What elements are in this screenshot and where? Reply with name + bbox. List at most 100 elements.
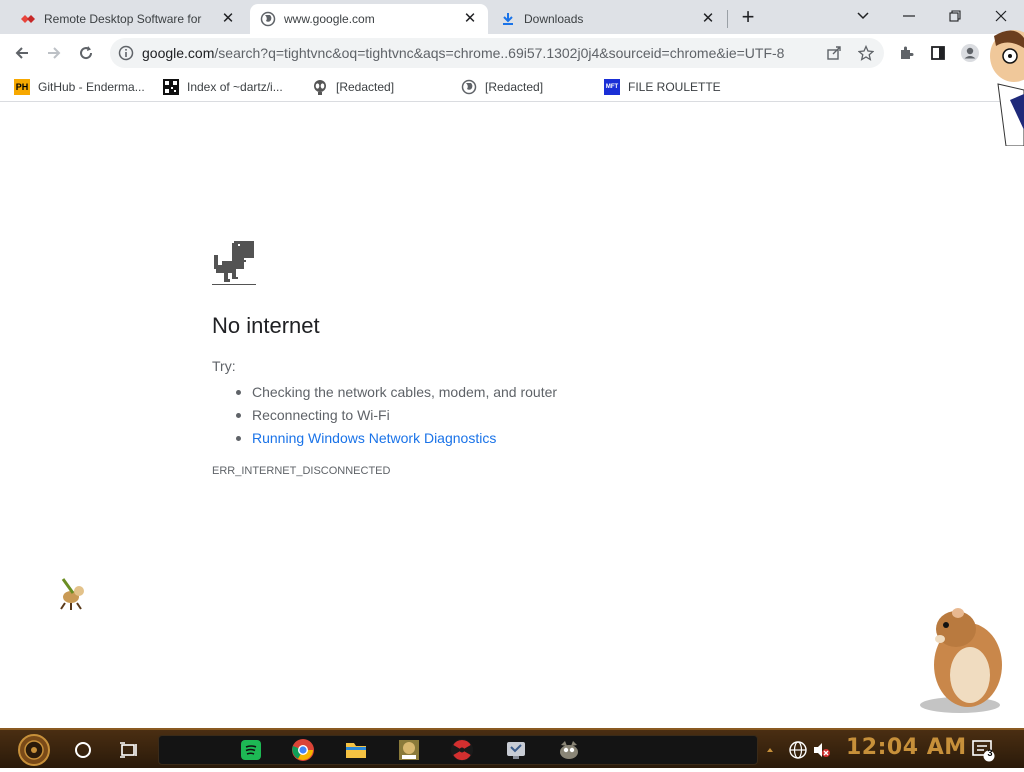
bookmark-file-roulette[interactable]: MFT FILE ROULETTE bbox=[604, 77, 721, 97]
notification-center-button[interactable]: 3 bbox=[970, 737, 996, 763]
try-label: Try: bbox=[212, 358, 236, 374]
chevron-up-icon bbox=[767, 748, 773, 752]
share-icon[interactable] bbox=[826, 45, 842, 61]
desktop-cartoon-character bbox=[988, 30, 1024, 147]
bookmark-github[interactable]: PH GitHub - Enderma... bbox=[14, 77, 145, 97]
restore-button[interactable] bbox=[932, 2, 978, 30]
taskbar: 12:04 AM 3 bbox=[0, 728, 1024, 768]
bookmark-label: FILE ROULETTE bbox=[628, 80, 721, 94]
desktop-bug-sprite bbox=[57, 577, 89, 611]
address-bar[interactable]: google.com/search?q=tightvnc&oq=tightvnc… bbox=[110, 38, 884, 68]
browser-toolbar: google.com/search?q=tightvnc&oq=tightvnc… bbox=[0, 34, 1024, 72]
reload-icon bbox=[80, 46, 93, 60]
arrow-right-icon bbox=[48, 47, 61, 59]
taskbar-spotify[interactable] bbox=[238, 737, 264, 763]
tab-title: Remote Desktop Software for bbox=[44, 12, 202, 26]
suggestion-check-cables: Checking the network cables, modem, and … bbox=[235, 381, 557, 404]
qr-icon bbox=[163, 79, 179, 95]
chevron-down-icon bbox=[857, 12, 869, 20]
error-page: No internet Try: Checking the network ca… bbox=[0, 103, 1024, 728]
minimize-button[interactable] bbox=[886, 2, 932, 30]
error-code: ERR_INTERNET_DISCONNECTED bbox=[212, 465, 391, 477]
avatar-icon bbox=[961, 44, 979, 62]
globe-network-icon bbox=[789, 741, 807, 759]
globe-icon bbox=[260, 11, 276, 27]
download-icon bbox=[500, 11, 516, 27]
taskbar-game-app[interactable] bbox=[396, 737, 422, 763]
desktop-hamster-sprite bbox=[916, 605, 1008, 715]
tab-title: Downloads bbox=[524, 12, 584, 26]
mft-icon: MFT bbox=[604, 79, 620, 95]
restore-icon bbox=[949, 10, 961, 22]
side-panel-button[interactable] bbox=[924, 39, 952, 67]
tab-remote-desktop[interactable]: Remote Desktop Software for ✕ bbox=[10, 4, 246, 34]
url-path: /search?q=tightvnc&oq=tightvnc&aqs=chrom… bbox=[214, 45, 785, 61]
radiation-icon bbox=[451, 739, 473, 761]
tab-separator bbox=[727, 10, 728, 28]
bookmark-index[interactable]: Index of ~dartz/i... bbox=[163, 77, 283, 97]
close-tab-icon[interactable]: ✕ bbox=[220, 11, 236, 27]
taskbar-vnc-viewer[interactable] bbox=[503, 737, 529, 763]
star-icon[interactable] bbox=[857, 44, 875, 61]
search-circle-icon bbox=[75, 742, 91, 758]
start-button[interactable] bbox=[10, 733, 58, 767]
taskbar-gimp[interactable] bbox=[556, 737, 582, 763]
overflow-tray-button[interactable] bbox=[763, 737, 777, 763]
profile-button[interactable] bbox=[956, 39, 984, 67]
game-icon bbox=[399, 740, 419, 760]
steampunk-start-icon bbox=[18, 734, 50, 766]
network-diagnostics-link[interactable]: Running Windows Network Diagnostics bbox=[235, 427, 557, 450]
close-icon bbox=[995, 10, 1007, 22]
globe-icon bbox=[461, 79, 477, 95]
url-text[interactable]: google.com/search?q=tightvnc&oq=tightvnc… bbox=[142, 45, 784, 61]
chrome-icon bbox=[292, 739, 314, 761]
arrow-left-icon bbox=[15, 47, 28, 59]
forward-button[interactable] bbox=[40, 39, 68, 67]
minimize-icon bbox=[903, 15, 915, 17]
search-button[interactable] bbox=[70, 737, 96, 763]
tab-title: www.google.com bbox=[284, 12, 375, 26]
dinosaur-icon bbox=[212, 241, 256, 286]
notification-count: 3 bbox=[987, 748, 993, 758]
bookmark-redacted-2[interactable]: [Redacted] bbox=[461, 77, 543, 97]
folder-icon bbox=[346, 743, 366, 758]
site-info-icon[interactable] bbox=[118, 45, 134, 61]
url-host: google.com bbox=[142, 45, 215, 61]
gimp-icon bbox=[560, 741, 578, 759]
suggestion-list: Checking the network cables, modem, and … bbox=[235, 381, 557, 450]
volume-button[interactable] bbox=[808, 737, 834, 763]
remote-desktop-icon bbox=[20, 11, 36, 27]
alien-icon bbox=[312, 79, 328, 95]
close-tab-icon[interactable]: ✕ bbox=[462, 11, 478, 27]
bookmark-label: [Redacted] bbox=[485, 80, 544, 94]
tab-google[interactable]: www.google.com ✕ bbox=[250, 4, 488, 34]
bookmark-redacted-1[interactable]: [Redacted] bbox=[312, 77, 394, 97]
error-heading: No internet bbox=[212, 313, 320, 338]
reload-button[interactable] bbox=[72, 39, 100, 67]
tab-downloads[interactable]: Downloads ✕ bbox=[490, 4, 726, 34]
volume-muted-icon bbox=[814, 743, 830, 757]
tab-search-button[interactable] bbox=[840, 2, 886, 30]
task-view-button[interactable] bbox=[116, 737, 142, 763]
close-tab-icon[interactable]: ✕ bbox=[700, 11, 716, 27]
taskbar-clock[interactable]: 12:04 AM bbox=[846, 735, 967, 760]
puzzle-icon bbox=[901, 46, 914, 59]
close-window-button[interactable] bbox=[978, 2, 1024, 30]
suggestion-reconnect-wifi: Reconnecting to Wi-Fi bbox=[235, 404, 557, 427]
ph-icon: PH bbox=[14, 79, 30, 95]
taskbar-file-explorer[interactable] bbox=[343, 737, 369, 763]
bookmark-label: GitHub - Enderma... bbox=[38, 80, 145, 94]
bookmarks-bar: PH GitHub - Enderma... Index of ~dartz/i… bbox=[0, 72, 1024, 102]
back-button[interactable] bbox=[8, 39, 36, 67]
vnc-icon bbox=[507, 742, 525, 759]
taskbar-chrome[interactable] bbox=[290, 737, 316, 763]
bookmark-label: [Redacted] bbox=[336, 80, 395, 94]
task-view-icon bbox=[120, 742, 137, 758]
spotify-icon bbox=[241, 740, 261, 760]
taskbar-radiation-app[interactable] bbox=[449, 737, 475, 763]
side-panel-icon bbox=[931, 46, 945, 60]
extensions-button[interactable] bbox=[892, 39, 920, 67]
bookmark-label: Index of ~dartz/i... bbox=[187, 80, 283, 94]
new-tab-button[interactable]: + bbox=[736, 6, 760, 30]
tab-strip: Remote Desktop Software for ✕ www.google… bbox=[0, 0, 1024, 34]
